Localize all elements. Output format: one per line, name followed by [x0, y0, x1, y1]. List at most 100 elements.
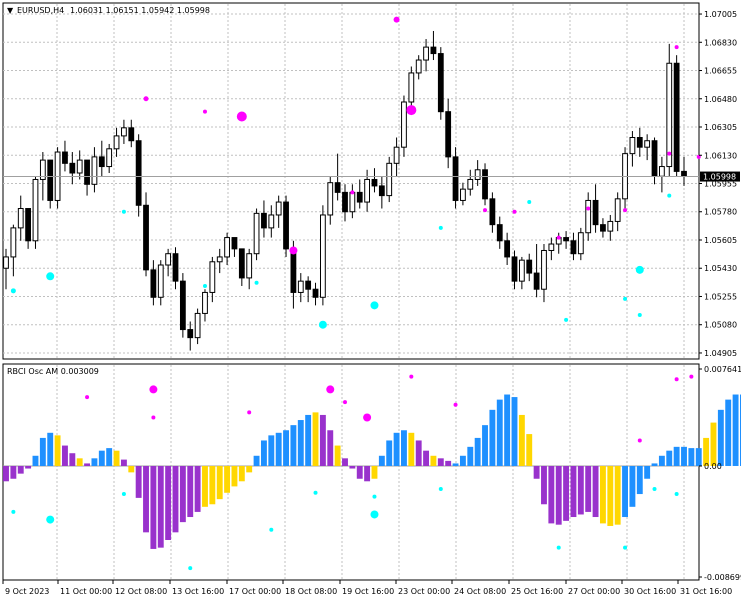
bear-candle-body	[179, 280, 186, 331]
osc-bar	[437, 458, 444, 466]
buy-signal-dot	[46, 272, 55, 281]
osc-bar	[717, 409, 724, 466]
osc-bar	[202, 465, 208, 507]
bull-candle-body	[474, 169, 481, 180]
osc-bar	[305, 414, 312, 466]
sell-signal-dot	[406, 105, 417, 116]
time-tick-label: 24 Oct 08:00	[454, 587, 506, 596]
osc-bar	[10, 465, 17, 479]
symbol-label: EURUSD,H4	[17, 6, 64, 15]
candle[interactable]	[673, 55, 680, 177]
time-axis: 9 Oct 2023 11 Oct 00:00 12 Oct 08:00 13 Oct…	[2, 580, 732, 596]
time-tick-label: 27 Oct 00:00	[568, 587, 620, 596]
osc-buy-dot	[674, 492, 679, 497]
buy-signal-dot	[318, 320, 327, 329]
bull-candle-body	[165, 253, 172, 266]
bull-candle-body	[268, 214, 275, 229]
osc-bar	[216, 465, 223, 500]
bull-candle-body	[518, 259, 525, 282]
bull-candle-body	[10, 227, 17, 258]
bull-candle-body	[386, 162, 393, 197]
candle[interactable]	[666, 43, 673, 177]
bull-candle-body	[614, 198, 621, 222]
bear-candle-body	[489, 198, 496, 226]
bear-candle-body	[283, 201, 289, 250]
bear-candle-body	[261, 212, 267, 229]
bear-candle-body	[290, 248, 297, 293]
bear-candle-body	[47, 159, 54, 201]
osc-sell-dot	[637, 438, 642, 443]
bear-candle-body	[25, 208, 32, 242]
candle[interactable]	[319, 205, 326, 306]
candle[interactable]	[253, 208, 260, 261]
bear-candle-body	[563, 237, 569, 242]
osc-bar	[179, 465, 186, 523]
candle[interactable]	[283, 195, 289, 257]
bear-candle-body	[342, 191, 348, 213]
osc-tick-label: 0.007641	[704, 365, 741, 374]
candle[interactable]	[32, 176, 39, 249]
price-tick-label: 1.05255	[704, 292, 737, 301]
osc-bar	[312, 412, 319, 466]
osc-bar	[681, 446, 687, 466]
osc-bar	[297, 420, 304, 466]
bull-candle-body	[658, 166, 665, 177]
bear-candle-body	[305, 280, 312, 290]
osc-bar	[356, 465, 363, 479]
bear-candle-body	[504, 240, 511, 258]
collapse-arrow-icon[interactable]: ▼	[7, 6, 14, 15]
trading-chart[interactable]: 1.07005 1.06830 1.06655 1.06480 1.06305 1.061…	[0, 0, 741, 600]
bull-candle-body	[415, 59, 422, 74]
candle[interactable]	[401, 95, 407, 157]
candle[interactable]	[135, 134, 142, 217]
sell-signal-dot	[202, 109, 207, 114]
osc-bar	[445, 460, 452, 466]
candle[interactable]	[143, 192, 149, 277]
bull-candle-body	[393, 146, 400, 164]
bear-candle-body	[334, 182, 341, 193]
price-tick-label: 1.05080	[704, 321, 737, 330]
bear-candle-body	[143, 204, 149, 271]
bear-candle-body	[570, 240, 577, 255]
bull-candle-body	[216, 256, 223, 263]
buy-signal-dot	[527, 200, 532, 205]
bear-candle-body	[98, 156, 105, 168]
osc-bar	[688, 448, 695, 466]
bull-candle-body	[423, 46, 429, 61]
buy-signal-dot	[10, 288, 16, 294]
candle[interactable]	[482, 163, 488, 206]
bull-candle-body	[607, 220, 614, 232]
sell-signal-dot	[512, 209, 517, 214]
osc-bar	[260, 440, 267, 466]
candle[interactable]	[437, 47, 444, 120]
bear-candle-body	[84, 159, 90, 185]
time-tick-label: 18 Oct 08:00	[285, 587, 337, 596]
candle[interactable]	[386, 156, 393, 203]
osc-bar	[17, 465, 24, 474]
bear-candle-body	[430, 46, 437, 55]
bear-candle-body	[172, 253, 179, 282]
osc-bar	[541, 465, 547, 505]
candle[interactable]	[622, 147, 628, 209]
osc-sell-dot	[151, 415, 156, 420]
price-tick-label: 1.06305	[704, 123, 737, 132]
price-panel[interactable]	[2, 2, 700, 360]
candle[interactable]	[179, 273, 186, 338]
osc-bar	[732, 394, 739, 466]
candle[interactable]	[452, 147, 459, 209]
buy-signal-dot	[623, 296, 628, 301]
osc-bar	[194, 465, 201, 512]
osc-bar	[69, 453, 76, 466]
osc-bar	[423, 450, 430, 466]
osc-bar	[231, 465, 238, 487]
price-tick-label: 1.05430	[704, 264, 737, 273]
osc-bar	[622, 465, 628, 518]
bear-candle-body	[371, 178, 378, 187]
osc-sell-dot	[363, 413, 372, 422]
osc-bar	[518, 414, 525, 466]
osc-bar	[32, 455, 39, 466]
osc-bar	[150, 465, 157, 549]
sell-signal-dot	[674, 45, 679, 50]
osc-sell-dot	[326, 385, 335, 394]
candle[interactable]	[54, 147, 61, 209]
